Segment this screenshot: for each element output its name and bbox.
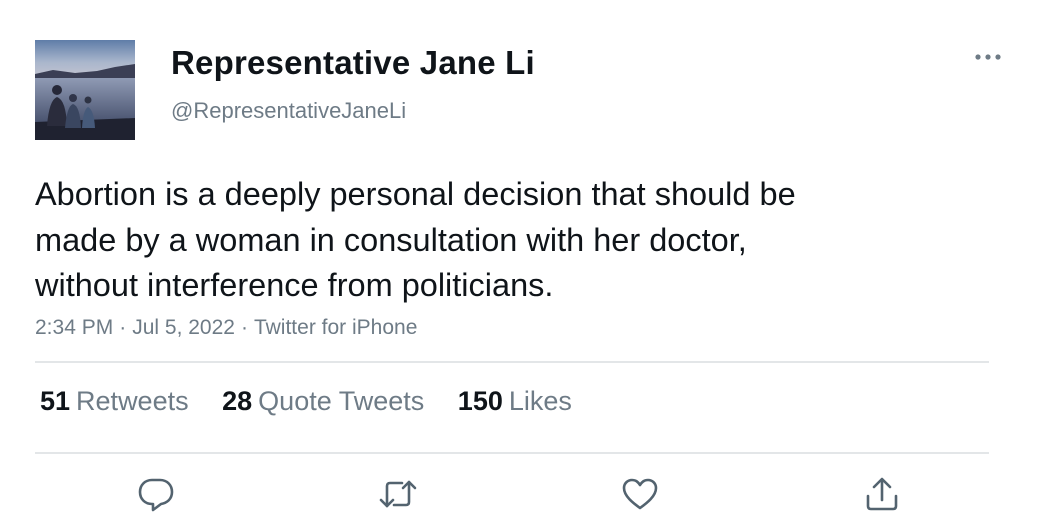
- likes-count: 150: [457, 386, 503, 416]
- share-icon: [866, 477, 898, 511]
- engagement-stats: 51 Retweets 28 Quote Tweets 150 Likes: [40, 386, 598, 417]
- retweets-label: Retweets: [76, 386, 189, 416]
- tweet-date[interactable]: Jul 5, 2022: [132, 316, 235, 339]
- more-options-button[interactable]: [968, 44, 1008, 72]
- tweet-metadata: 2:34 PM · Jul 5, 2022 · Twitter for iPhone: [35, 316, 417, 340]
- divider: [35, 452, 989, 454]
- share-button[interactable]: [861, 474, 903, 514]
- tweet-source[interactable]: Twitter for iPhone: [254, 316, 417, 339]
- retweets-stat[interactable]: 51 Retweets: [40, 386, 189, 417]
- author-avatar[interactable]: [35, 40, 135, 140]
- reply-button[interactable]: [135, 474, 177, 514]
- meta-separator: ·: [119, 316, 127, 339]
- tweet-text-line: made by a woman in consultation with her…: [35, 221, 747, 258]
- likes-label: Likes: [508, 386, 572, 416]
- more-dots-icon: [975, 54, 1001, 60]
- author-display-name[interactable]: Representative Jane Li: [171, 44, 535, 82]
- retweets-count: 51: [40, 386, 71, 416]
- tweet-time[interactable]: 2:34 PM: [35, 316, 113, 339]
- quote-tweets-label: Quote Tweets: [258, 386, 425, 416]
- like-button[interactable]: [619, 474, 661, 514]
- avatar-photo: [35, 40, 135, 140]
- divider: [35, 361, 989, 363]
- likes-stat[interactable]: 150 Likes: [458, 386, 572, 417]
- tweet-text: Abortion is a deeply personal decision t…: [35, 172, 955, 309]
- retweet-button[interactable]: [377, 474, 419, 514]
- retweet-icon: [379, 480, 417, 508]
- tweet-text-line: without interference from politicians.: [35, 267, 554, 303]
- tweet-text-line: Abortion is a deeply personal decision t…: [35, 176, 796, 212]
- quote-tweets-stat[interactable]: 28 Quote Tweets: [222, 386, 424, 417]
- meta-separator: ·: [240, 316, 248, 339]
- quote-tweets-count: 28: [222, 386, 253, 416]
- reply-icon: [138, 478, 174, 512]
- tweet-card: Representative Jane Li @RepresentativeJa…: [0, 0, 1050, 525]
- like-icon: [622, 478, 658, 510]
- author-handle[interactable]: @RepresentativeJaneLi: [171, 98, 406, 124]
